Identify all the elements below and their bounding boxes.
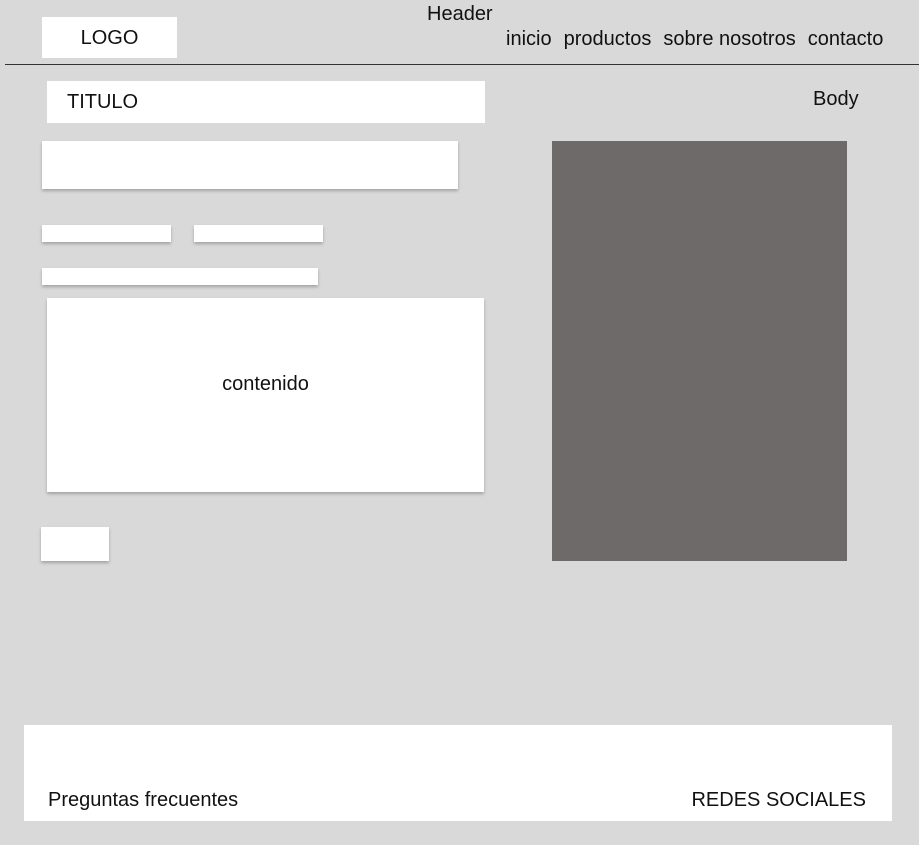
footer-social-link[interactable]: REDES SOCIALES	[691, 789, 866, 812]
body-region-label: Body	[813, 88, 859, 110]
image-placeholder	[552, 141, 847, 561]
nav-link-inicio[interactable]: inicio	[506, 28, 552, 51]
content-label: contenido	[222, 373, 309, 395]
nav-link-sobre-nosotros[interactable]: sobre nosotros	[663, 28, 795, 51]
header-region-label: Header	[427, 3, 493, 25]
footer-faq-link[interactable]: Preguntas frecuentes	[48, 789, 238, 812]
footer: Preguntas frecuentes REDES SOCIALES	[24, 725, 892, 821]
action-button[interactable]	[41, 527, 109, 561]
logo[interactable]: LOGO	[42, 17, 177, 58]
nav-link-contacto[interactable]: contacto	[808, 28, 884, 51]
page-title-text: TITULO	[67, 90, 139, 113]
meta-placeholder-3	[42, 268, 318, 285]
page-title: TITULO	[47, 81, 485, 123]
nav-link-productos[interactable]: productos	[564, 28, 652, 51]
meta-placeholder-2	[194, 225, 323, 242]
content-block: contenido	[47, 298, 484, 492]
header-divider	[5, 64, 919, 65]
logo-text: LOGO	[80, 26, 139, 49]
main-nav: inicio productos sobre nosotros contacto	[506, 28, 883, 51]
meta-placeholder-1	[42, 225, 171, 242]
subtitle-placeholder	[42, 141, 458, 189]
